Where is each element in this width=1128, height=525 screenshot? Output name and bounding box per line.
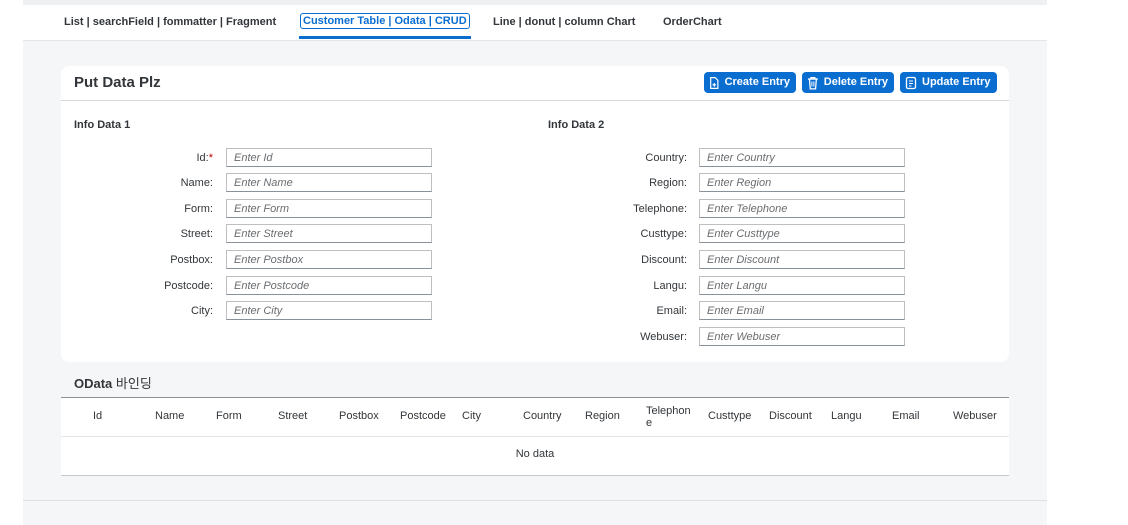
column-header-custtype[interactable]: Custtype [708, 410, 751, 422]
right-margin [1047, 0, 1128, 525]
required-mark: * [208, 152, 213, 164]
tab-bar-strip [23, 0, 1047, 5]
city-field[interactable] [226, 301, 432, 320]
name-field[interactable] [226, 173, 432, 192]
create-entry-button[interactable]: Create Entry [704, 72, 796, 93]
customer-table: Id Name Form Street Postbox Postcode Cit… [61, 397, 1009, 476]
column-header-postbox[interactable]: Postbox [339, 410, 379, 422]
section-info-data-2: Info Data 2 [548, 119, 605, 131]
langu-field[interactable] [699, 276, 905, 295]
odata-title-ko: 바인딩 [115, 376, 152, 391]
tab-orderchart[interactable]: OrderChart [663, 15, 722, 29]
email-field[interactable] [699, 301, 905, 320]
postbox-label: Postbox: [170, 254, 213, 266]
id-field[interactable] [226, 148, 432, 167]
column-header-webuser[interactable]: Webuser [953, 410, 997, 422]
delete-entry-button[interactable]: Delete Entry [802, 72, 894, 93]
telephone-field[interactable] [699, 199, 905, 218]
column-header-country[interactable]: Country [523, 410, 562, 422]
column-header-name[interactable]: Name [155, 410, 184, 422]
name-label: Name: [180, 177, 213, 189]
column-header-city[interactable]: City [462, 410, 481, 422]
column-header-street[interactable]: Street [278, 410, 307, 422]
country-field[interactable] [699, 148, 905, 167]
webuser-label: Webuser: [640, 331, 687, 343]
region-field[interactable] [699, 173, 905, 192]
region-label: Region: [649, 177, 687, 189]
column-header-discount[interactable]: Discount [769, 410, 812, 422]
active-tab-indicator [299, 36, 471, 39]
discount-field[interactable] [699, 250, 905, 269]
update-entry-button[interactable]: Update Entry [900, 72, 997, 93]
update-entry-label: Update Entry [922, 76, 991, 88]
discount-label: Discount: [641, 254, 687, 266]
odata-title-en: OData [74, 376, 113, 391]
footer-divider [23, 500, 1047, 501]
postcode-label: Postcode: [164, 280, 213, 292]
column-header-region[interactable]: Region [585, 410, 620, 422]
custtype-label: Custtype: [640, 228, 687, 240]
email-label: Email: [656, 305, 687, 317]
column-header-email[interactable]: Email [892, 410, 920, 422]
panel-header: Put Data Plz Create Entry Delete Entry U… [61, 66, 1009, 101]
edit-document-icon [905, 76, 917, 89]
webuser-field[interactable] [699, 327, 905, 346]
column-header-form[interactable]: Form [216, 410, 242, 422]
column-header-postcode[interactable]: Postcode [400, 410, 446, 422]
tab-charts[interactable]: Line | donut | column Chart [493, 15, 635, 29]
tab-customer-table[interactable]: Customer Table | Odata | CRUD [300, 13, 470, 29]
entry-panel: Put Data Plz Create Entry Delete Entry U… [61, 66, 1009, 362]
odata-table-title: OData 바인딩 [74, 373, 152, 392]
form-label: Form: [184, 203, 213, 215]
delete-entry-label: Delete Entry [823, 76, 888, 88]
postbox-field[interactable] [226, 250, 432, 269]
country-label: Country: [645, 152, 687, 164]
trash-icon [807, 76, 818, 90]
form-field[interactable] [226, 199, 432, 218]
left-margin [0, 0, 23, 525]
column-header-telephone[interactable]: Telephone [646, 405, 694, 429]
section-info-data-1: Info Data 1 [74, 119, 131, 131]
street-label: Street: [180, 228, 213, 240]
create-entry-label: Create Entry [724, 76, 790, 88]
city-label: City: [191, 305, 213, 317]
column-header-langu[interactable]: Langu [831, 410, 862, 422]
tab-list-searchfield[interactable]: List | searchField | fommatter | Fragmen… [64, 15, 276, 29]
langu-label: Langu: [653, 280, 687, 292]
postcode-field[interactable] [226, 276, 432, 295]
street-field[interactable] [226, 224, 432, 243]
table-header: Id Name Form Street Postbox Postcode Cit… [61, 398, 1009, 437]
add-document-icon [710, 76, 719, 89]
column-header-id[interactable]: Id [93, 410, 102, 422]
custtype-field[interactable] [699, 224, 905, 243]
panel-title: Put Data Plz [74, 74, 161, 91]
telephone-label: Telephone: [633, 203, 687, 215]
no-data-message: No data [515, 448, 555, 460]
id-label: Id:* [196, 152, 213, 164]
